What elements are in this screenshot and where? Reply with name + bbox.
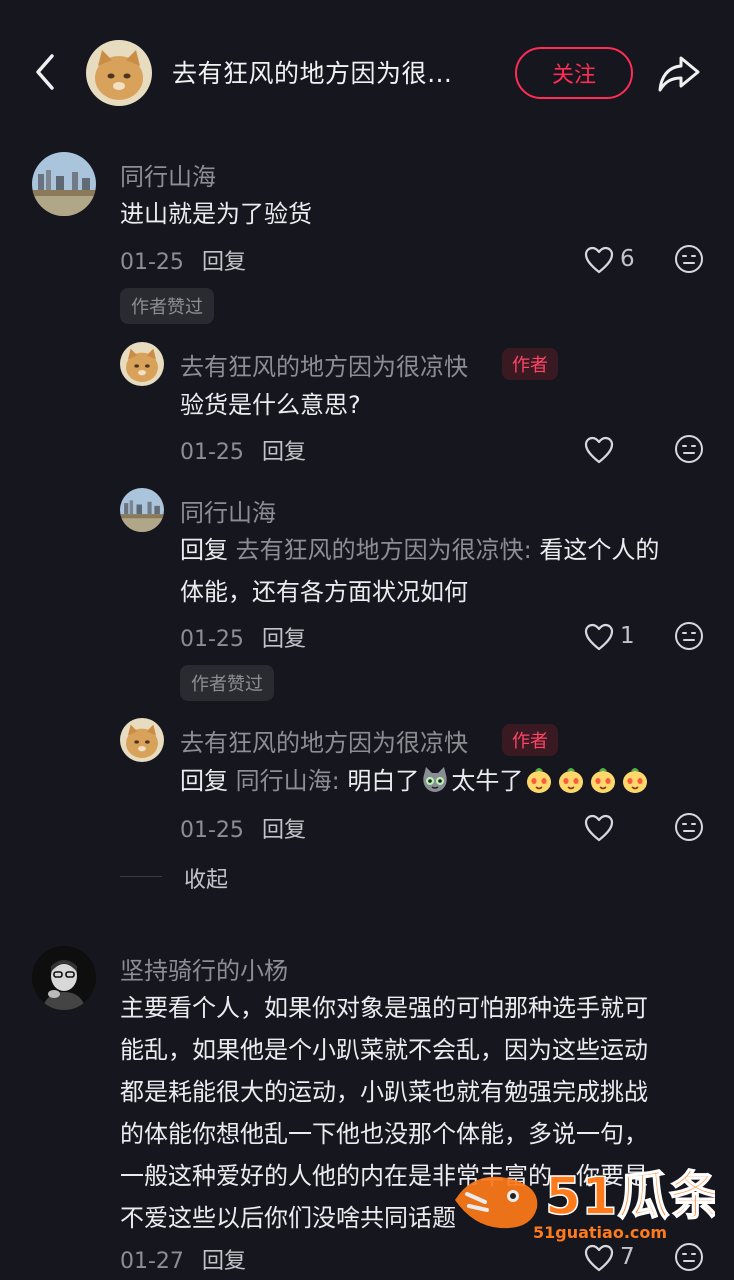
reply-text-b: 太牛了 [451, 767, 524, 795]
reply-meta: 01-25 回复 [180, 621, 306, 653]
bun-emoji-icon [588, 765, 618, 795]
avatar[interactable] [120, 342, 164, 386]
emoji-reaction-icon[interactable] [674, 244, 704, 274]
reply-text: 回复 同行山海: 明白了 太牛了 [180, 760, 651, 802]
reply-button[interactable]: 回复 [262, 440, 306, 465]
comment-text-line: 的体能你想他乱一下他也没那个体能，多说一句， [120, 1120, 648, 1148]
comment-meta: 01-25 回复 [120, 244, 246, 276]
share-icon[interactable] [656, 50, 702, 96]
avatar[interactable] [32, 946, 96, 1010]
reply-text-line2: 体能，还有各方面状况如何 [180, 578, 468, 606]
reply-text-a: 明白了 [339, 767, 420, 795]
watermark-logo: 51瓜条 51guatiao.com [445, 1150, 722, 1245]
reply-prefix: 回复 [180, 536, 228, 564]
comment-text-line: 主要看个人，如果你对象是强的可怕那种选手就可 [120, 994, 648, 1022]
watermark-brand: 51瓜条 [545, 1167, 715, 1227]
reply-meta: 01-25 回复 [180, 812, 306, 844]
author-liked-badge: 作者赞过 [180, 665, 274, 701]
back-icon[interactable] [30, 52, 62, 92]
emoji-reaction-icon[interactable] [674, 812, 704, 842]
like-count: 1 [620, 623, 635, 649]
author-liked-badge: 作者赞过 [120, 288, 214, 324]
reply-prefix: 回复 [180, 767, 228, 795]
avatar[interactable] [32, 152, 96, 216]
like-heart-icon[interactable] [584, 436, 614, 464]
bun-emoji-icon [524, 765, 554, 795]
reply-username[interactable]: 同行山海 [180, 493, 276, 528]
reply-button[interactable]: 回复 [262, 627, 306, 652]
reply-text: 回复 去有狂风的地方因为很凉快: 看这个人的 [180, 529, 659, 571]
reply-meta: 01-25 回复 [180, 434, 306, 466]
bun-emoji-icon [620, 765, 650, 795]
like-heart-icon[interactable] [584, 623, 614, 651]
emoji-reaction-icon[interactable] [674, 621, 704, 651]
collapse-divider [120, 876, 162, 877]
comment-username[interactable]: 坚持骑行的小杨 [120, 951, 288, 986]
reply-date: 01-25 [180, 818, 244, 843]
comment-text-line: 能乱，如果他是个小趴菜就不会乱，因为这些运动 [120, 1036, 648, 1064]
author-avatar[interactable] [86, 40, 152, 106]
like-count: 6 [620, 246, 635, 272]
reply-text-line1: 看这个人的 [531, 536, 660, 564]
avatar[interactable] [120, 488, 164, 532]
reply-to-user[interactable]: 同行山海: [236, 767, 340, 795]
emoji-reaction-icon[interactable] [674, 1242, 704, 1272]
like-heart-icon[interactable] [584, 1244, 614, 1272]
comment-date: 01-27 [120, 1249, 184, 1274]
like-count: 7 [620, 1244, 635, 1270]
like-heart-icon[interactable] [584, 814, 614, 842]
reply-date: 01-25 [180, 627, 244, 652]
comment-text-line: 都是耗能很大的运动，小趴菜也就有勉强完成挑战 [120, 1078, 648, 1106]
comment-username[interactable]: 同行山海 [120, 157, 216, 192]
comment-text: 进山就是为了验货 [120, 200, 312, 228]
reply-button[interactable]: 回复 [202, 250, 246, 275]
reply-username[interactable]: 去有狂风的地方因为很凉快 [180, 723, 468, 758]
reply-date: 01-25 [180, 440, 244, 465]
comment-meta: 01-27 回复 [120, 1243, 246, 1275]
bun-emoji-icon [556, 765, 586, 795]
avatar[interactable] [120, 718, 164, 762]
emoji-reaction-icon[interactable] [674, 434, 704, 464]
reply-button[interactable]: 回复 [262, 818, 306, 843]
watermark-url: 51guatiao.com [533, 1223, 667, 1242]
comment-date: 01-25 [120, 250, 184, 275]
page-title: 去有狂风的地方因为很… [172, 59, 453, 88]
like-heart-icon[interactable] [584, 246, 614, 274]
author-badge: 作者 [502, 348, 558, 380]
collapse-replies-button[interactable]: 收起 [184, 862, 228, 894]
comment-text-line: 不爱这些以后你们没啥共同话题 [120, 1204, 456, 1232]
reply-username[interactable]: 去有狂风的地方因为很凉快 [180, 347, 468, 382]
cat-emoji-icon [420, 765, 450, 795]
author-badge: 作者 [502, 724, 558, 756]
reply-to-user[interactable]: 去有狂风的地方因为很凉快: [236, 536, 532, 564]
reply-button[interactable]: 回复 [202, 1249, 246, 1274]
reply-text: 验货是什么意思? [180, 391, 361, 419]
follow-button[interactable]: 关注 [515, 47, 633, 99]
